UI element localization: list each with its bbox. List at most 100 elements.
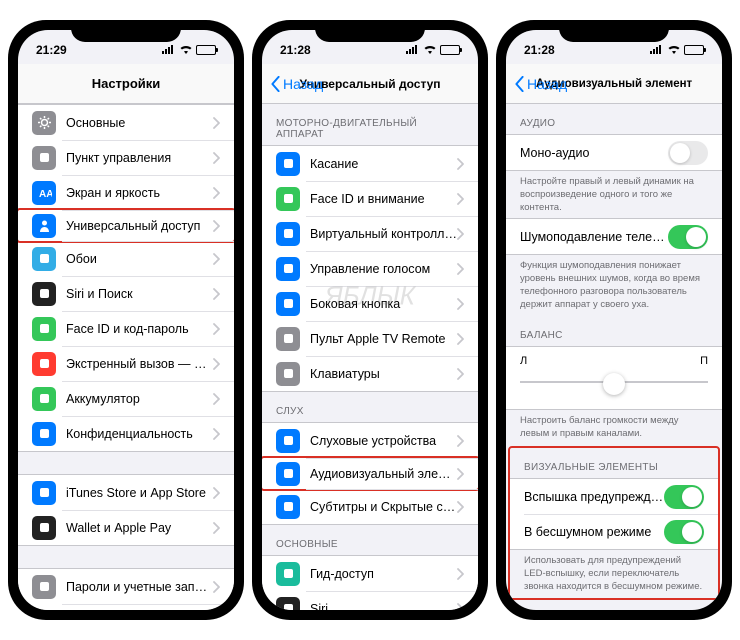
chevron-icon — [213, 522, 220, 534]
settings-row[interactable]: Субтитры и Скрытые субти — [262, 489, 478, 524]
settings-row[interactable]: Face ID и код-пароль — [18, 311, 234, 346]
settings-row[interactable]: Почта — [18, 604, 234, 610]
noise-cancel-toggle[interactable] — [668, 225, 708, 249]
silent-mode-row[interactable]: В бесшумном режиме — [510, 514, 718, 549]
settings-row[interactable]: Wallet и Apple Pay — [18, 510, 234, 545]
settings-row[interactable]: Пароли и учетные записи — [18, 569, 234, 604]
mono-audio-label: Моно-аудио — [520, 146, 668, 160]
time: 21:28 — [280, 43, 311, 57]
settings-row[interactable]: Клавиатуры — [262, 356, 478, 391]
phone-settings: 21:29 Настройки Основные Пункт управления… — [8, 20, 244, 620]
row-label: Виртуальный контроллер — [310, 227, 457, 241]
settings-row[interactable]: Конфиденциальность — [18, 416, 234, 451]
settings-row[interactable]: Управление голосом — [262, 251, 478, 286]
settings-list[interactable]: Основные Пункт управления AA Экран и яркост… — [18, 104, 234, 610]
silent-mode-toggle[interactable] — [664, 520, 704, 544]
noise-cancel-row[interactable]: Шумоподавление телефона — [506, 219, 722, 254]
settings-row[interactable]: Пункт управления — [18, 140, 234, 175]
silent-mode-label: В бесшумном режиме — [524, 525, 664, 539]
section-header: МОТОРНО-ДВИГАТЕЛЬНЫЙ АППАРАТ — [262, 104, 478, 145]
chevron-icon — [213, 253, 220, 265]
button-icon — [276, 292, 300, 316]
mono-audio-toggle[interactable] — [668, 141, 708, 165]
chevron-icon — [457, 333, 464, 345]
battery-icon — [196, 45, 216, 55]
row-label: Конфиденциальность — [66, 427, 213, 441]
phone-audiovisual: 21:28 Назад Аудиовизуальный элемент АУДИ… — [496, 20, 732, 620]
touch-icon — [276, 152, 300, 176]
settings-row[interactable]: AA Экран и яркость — [18, 175, 234, 210]
svg-text:AA: AA — [39, 189, 52, 200]
settings-row[interactable]: Пульт Apple TV Remote — [262, 321, 478, 356]
section-header: СЛУХ — [262, 392, 478, 422]
chevron-icon — [213, 393, 220, 405]
flash-alerts-row[interactable]: Вспышка предупреждений — [510, 479, 718, 514]
row-label: Касание — [310, 157, 457, 171]
person-icon — [32, 214, 56, 238]
row-label: Пульт Apple TV Remote — [310, 332, 457, 346]
chevron-icon — [213, 581, 220, 593]
settings-row[interactable]: Siri — [262, 591, 478, 610]
section-header: ОСНОВНЫЕ — [262, 525, 478, 555]
settings-row[interactable]: Основные — [18, 105, 234, 140]
settings-row[interactable]: Гид-доступ — [262, 556, 478, 591]
battery-icon — [440, 45, 460, 55]
visual-header: ВИЗУАЛЬНЫЕ ЭЛЕМЕНТЫ — [510, 448, 718, 478]
switch-icon — [32, 146, 56, 170]
chevron-icon — [457, 298, 464, 310]
row-label: Боковая кнопка — [310, 297, 457, 311]
accessibility-list[interactable]: МОТОРНО-ДВИГАТЕЛЬНЫЙ АППАРАТ Касание Face … — [262, 104, 478, 610]
navbar: Настройки — [18, 64, 234, 104]
audio-header: АУДИО — [506, 104, 722, 134]
row-label: Siri — [310, 602, 457, 611]
row-label: iTunes Store и App Store — [66, 486, 213, 500]
chevron-icon — [457, 568, 464, 580]
back-button[interactable]: Назад — [514, 76, 567, 92]
settings-row[interactable]: Боковая кнопка — [262, 286, 478, 321]
chevron-icon — [457, 158, 464, 170]
wifi-icon — [179, 43, 193, 57]
audio-icon — [276, 462, 300, 486]
settings-row[interactable]: Экстренный вызов — SOS — [18, 346, 234, 381]
settings-row[interactable]: iTunes Store и App Store — [18, 475, 234, 510]
row-label: Экран и яркость — [66, 186, 213, 200]
back-button[interactable]: Назад — [270, 76, 323, 92]
chevron-icon — [457, 435, 464, 447]
settings-row[interactable]: Аккумулятор — [18, 381, 234, 416]
flash-alerts-toggle[interactable] — [664, 485, 704, 509]
noise-cancel-label: Шумоподавление телефона — [520, 230, 668, 244]
settings-row[interactable]: Face ID и внимание — [262, 181, 478, 216]
row-label: Wallet и Apple Pay — [66, 521, 213, 535]
chevron-icon — [457, 368, 464, 380]
appstore-icon — [32, 481, 56, 505]
settings-row[interactable]: Виртуальный контроллер — [262, 216, 478, 251]
siri-icon — [32, 282, 56, 306]
settings-row[interactable]: Универсальный доступ — [18, 208, 234, 243]
settings-row[interactable]: Касание — [262, 146, 478, 181]
wifi-icon — [423, 43, 437, 57]
keyboard-icon — [276, 362, 300, 386]
hand-icon — [32, 422, 56, 446]
row-label: Основные — [66, 116, 213, 130]
wifi-icon — [667, 43, 681, 57]
chevron-icon — [213, 152, 220, 164]
time: 21:29 — [36, 43, 67, 57]
chevron-icon — [213, 117, 220, 129]
guide-icon — [276, 562, 300, 586]
back-label: Назад — [283, 76, 323, 92]
back-label: Назад — [527, 76, 567, 92]
balance-slider[interactable] — [520, 367, 708, 397]
settings-row[interactable]: Слуховые устройства — [262, 423, 478, 458]
flash-alerts-label: Вспышка предупреждений — [524, 490, 664, 504]
settings-row[interactable]: Аудиовизуальный элемент — [262, 456, 478, 491]
row-label: Универсальный доступ — [66, 219, 213, 233]
row-label: Экстренный вызов — SOS — [66, 357, 213, 371]
settings-row[interactable]: Siri и Поиск — [18, 276, 234, 311]
row-label: Аккумулятор — [66, 392, 213, 406]
chevron-icon — [213, 187, 220, 199]
text-icon: AA — [32, 181, 56, 205]
settings-row[interactable]: Обои — [18, 241, 234, 276]
mono-audio-row[interactable]: Моно-аудио — [506, 135, 722, 170]
sos-icon — [32, 352, 56, 376]
audiovisual-list[interactable]: АУДИО Моно-аудио Настройте правый и левы… — [506, 104, 722, 610]
